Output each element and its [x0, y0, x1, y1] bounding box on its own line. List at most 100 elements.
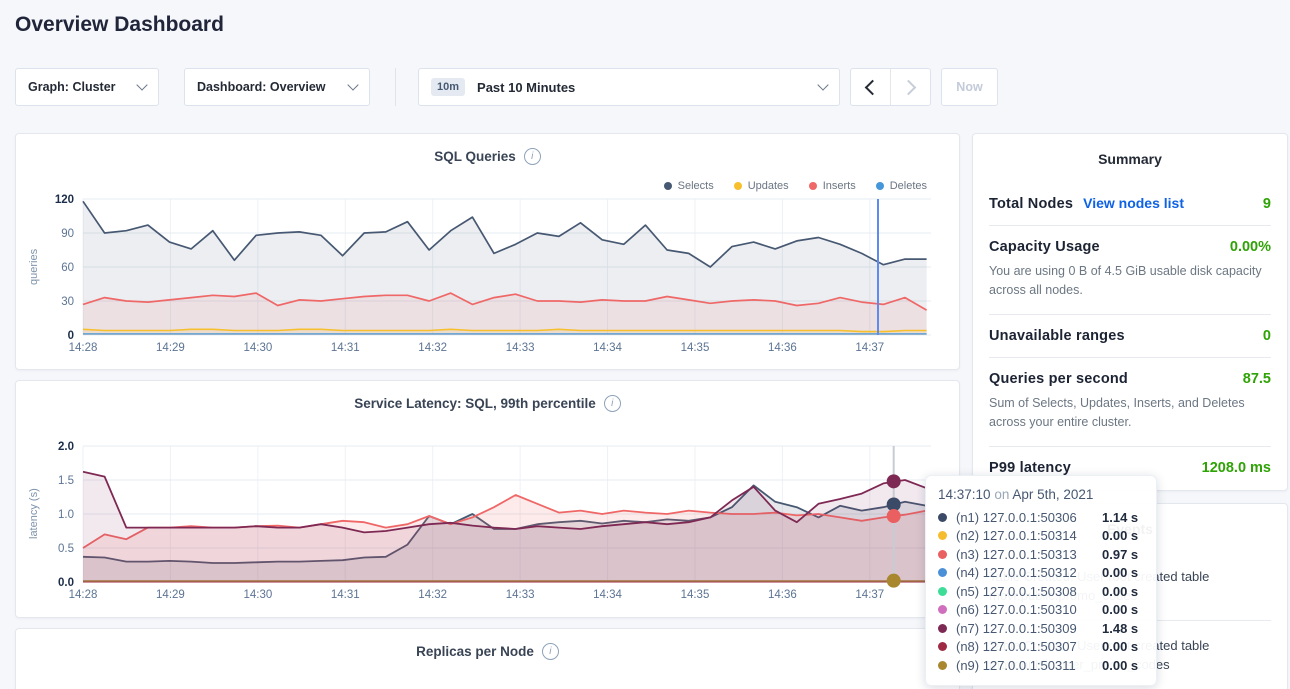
node-address: (n3) 127.0.0.1:50313 [956, 547, 1102, 562]
prev-time-button[interactable] [851, 69, 890, 105]
view-nodes-list-link[interactable]: View nodes list [1083, 195, 1184, 211]
legend-item-selects[interactable]: Selects [664, 180, 714, 192]
svg-text:14:28: 14:28 [69, 342, 98, 354]
svg-text:0: 0 [68, 330, 74, 342]
summary-row-description: You are using 0 B of 4.5 GiB usable disk… [989, 262, 1271, 301]
node-address: (n1) 127.0.0.1:50306 [956, 510, 1102, 525]
time-range-badge: 10m [431, 78, 465, 96]
legend-label: Selects [678, 180, 714, 192]
chevron-down-icon [136, 79, 147, 90]
svg-text:0.5: 0.5 [58, 543, 74, 555]
node-latency-value: 0.00 s [1102, 528, 1138, 543]
node-latency-value: 0.97 s [1102, 547, 1138, 562]
svg-text:14:35: 14:35 [681, 589, 710, 601]
svg-text:1.5: 1.5 [58, 475, 74, 487]
tooltip-node-row: (n3) 127.0.0.1:503130.97 s [938, 545, 1144, 564]
svg-text:2.0: 2.0 [58, 441, 74, 453]
chevron-right-icon [901, 79, 917, 95]
summary-row-label: P99 latency [989, 460, 1071, 476]
replicas-per-node-card: Replicas per Node i [15, 628, 960, 689]
next-time-button[interactable] [890, 69, 930, 105]
summary-row: Capacity Usage 0.00% You are using 0 B of … [989, 225, 1271, 314]
svg-text:14:31: 14:31 [331, 589, 360, 601]
legend-dot [876, 182, 884, 190]
service-latency-card: Service Latency: SQL, 99th percentile i … [15, 380, 960, 618]
node-latency-value: 0.00 s [1102, 639, 1138, 654]
node-latency-value: 1.14 s [1102, 510, 1138, 525]
node-color-dot [938, 531, 947, 540]
node-address: (n5) 127.0.0.1:50308 [956, 584, 1102, 599]
svg-text:14:35: 14:35 [681, 342, 710, 354]
sql-queries-card: SQL Queries i SelectsUpdatesInsertsDelet… [15, 133, 960, 370]
node-address: (n7) 127.0.0.1:50309 [956, 621, 1102, 636]
svg-text:14:37: 14:37 [855, 342, 884, 354]
node-latency-value: 0.00 s [1102, 658, 1138, 673]
svg-text:14:30: 14:30 [243, 342, 272, 354]
sql-queries-chart[interactable]: 14:2814:2914:3014:3114:3214:3314:3414:35… [26, 192, 951, 362]
now-button[interactable]: Now [941, 68, 998, 106]
chevron-down-icon [817, 79, 828, 90]
time-range-label: Past 10 Minutes [477, 80, 575, 95]
legend-item-inserts[interactable]: Inserts [809, 180, 856, 192]
info-icon[interactable]: i [542, 643, 559, 660]
chevron-left-icon [865, 79, 881, 95]
tooltip-node-row: (n1) 127.0.0.1:503061.14 s [938, 508, 1144, 527]
legend-dot [664, 182, 672, 190]
svg-text:14:34: 14:34 [593, 589, 622, 601]
summary-row-label: Queries per second [989, 371, 1128, 387]
node-address: (n6) 127.0.0.1:50310 [956, 602, 1102, 617]
summary-row-value: 0.00% [1230, 239, 1271, 255]
node-color-dot [938, 568, 947, 577]
svg-text:120: 120 [55, 194, 74, 206]
chart-legend: Selects Updates Inserts Deletes [664, 180, 927, 192]
svg-text:14:31: 14:31 [331, 342, 360, 354]
svg-text:14:34: 14:34 [593, 342, 622, 354]
tooltip-node-row: (n8) 127.0.0.1:503070.00 s [938, 638, 1144, 657]
graph-dropdown[interactable]: Graph: Cluster [15, 68, 159, 106]
summary-row: Queries per second87.5Sum of Selects, Up… [989, 357, 1271, 446]
dashboard-dropdown[interactable]: Dashboard: Overview [184, 68, 370, 106]
svg-text:14:28: 14:28 [69, 589, 98, 601]
svg-text:14:29: 14:29 [156, 342, 185, 354]
node-latency-value: 0.00 s [1102, 584, 1138, 599]
info-icon[interactable]: i [604, 395, 621, 412]
latency-chart[interactable]: 14:28 14:29 14:30 14:31 14:32 14:33 14:34 14:35… [26, 439, 951, 609]
summary-row: Unavailable ranges0 [989, 314, 1271, 357]
time-range-select[interactable]: 10m Past 10 Minutes [418, 68, 840, 106]
legend-item-updates[interactable]: Updates [734, 180, 789, 192]
summary-row-label: Unavailable ranges [989, 328, 1125, 344]
summary-row-label: Capacity Usage [989, 239, 1100, 255]
svg-text:14:37: 14:37 [855, 589, 884, 601]
tooltip-node-row: (n5) 127.0.0.1:503080.00 s [938, 582, 1144, 601]
tooltip-node-row: (n4) 127.0.0.1:503120.00 s [938, 564, 1144, 583]
legend-label: Deletes [890, 180, 927, 192]
chevron-down-icon [347, 79, 358, 90]
svg-text:30: 30 [61, 296, 74, 308]
node-address: (n4) 127.0.0.1:50312 [956, 565, 1102, 580]
node-color-dot [938, 550, 947, 559]
node-color-dot [938, 605, 947, 614]
summary-row-value: 9 [1263, 196, 1271, 212]
legend-label: Updates [748, 180, 789, 192]
node-latency-value: 1.48 s [1102, 621, 1138, 636]
svg-text:1.0: 1.0 [58, 509, 74, 521]
legend-dot [734, 182, 742, 190]
svg-text:14:30: 14:30 [243, 589, 272, 601]
legend-item-deletes[interactable]: Deletes [876, 180, 927, 192]
summary-row-label: Total Nodes [989, 196, 1073, 212]
legend-label: Inserts [823, 180, 856, 192]
node-address: (n9) 127.0.0.1:50311 [956, 658, 1102, 673]
graph-dropdown-label: Graph: Cluster [28, 80, 116, 94]
svg-text:14:36: 14:36 [768, 342, 797, 354]
tooltip-node-row: (n2) 127.0.0.1:503140.00 s [938, 527, 1144, 546]
svg-text:14:29: 14:29 [156, 589, 185, 601]
summary-row: Total Nodes View nodes list 9 [989, 182, 1271, 225]
node-color-dot [938, 661, 947, 670]
svg-text:14:32: 14:32 [418, 589, 447, 601]
node-color-dot [938, 642, 947, 651]
svg-text:90: 90 [61, 228, 74, 240]
summary-rows: Total Nodes View nodes list 9 Capacity Usag… [973, 182, 1287, 489]
svg-text:14:33: 14:33 [506, 589, 535, 601]
node-latency-value: 0.00 s [1102, 602, 1138, 617]
info-icon[interactable]: i [524, 148, 541, 165]
